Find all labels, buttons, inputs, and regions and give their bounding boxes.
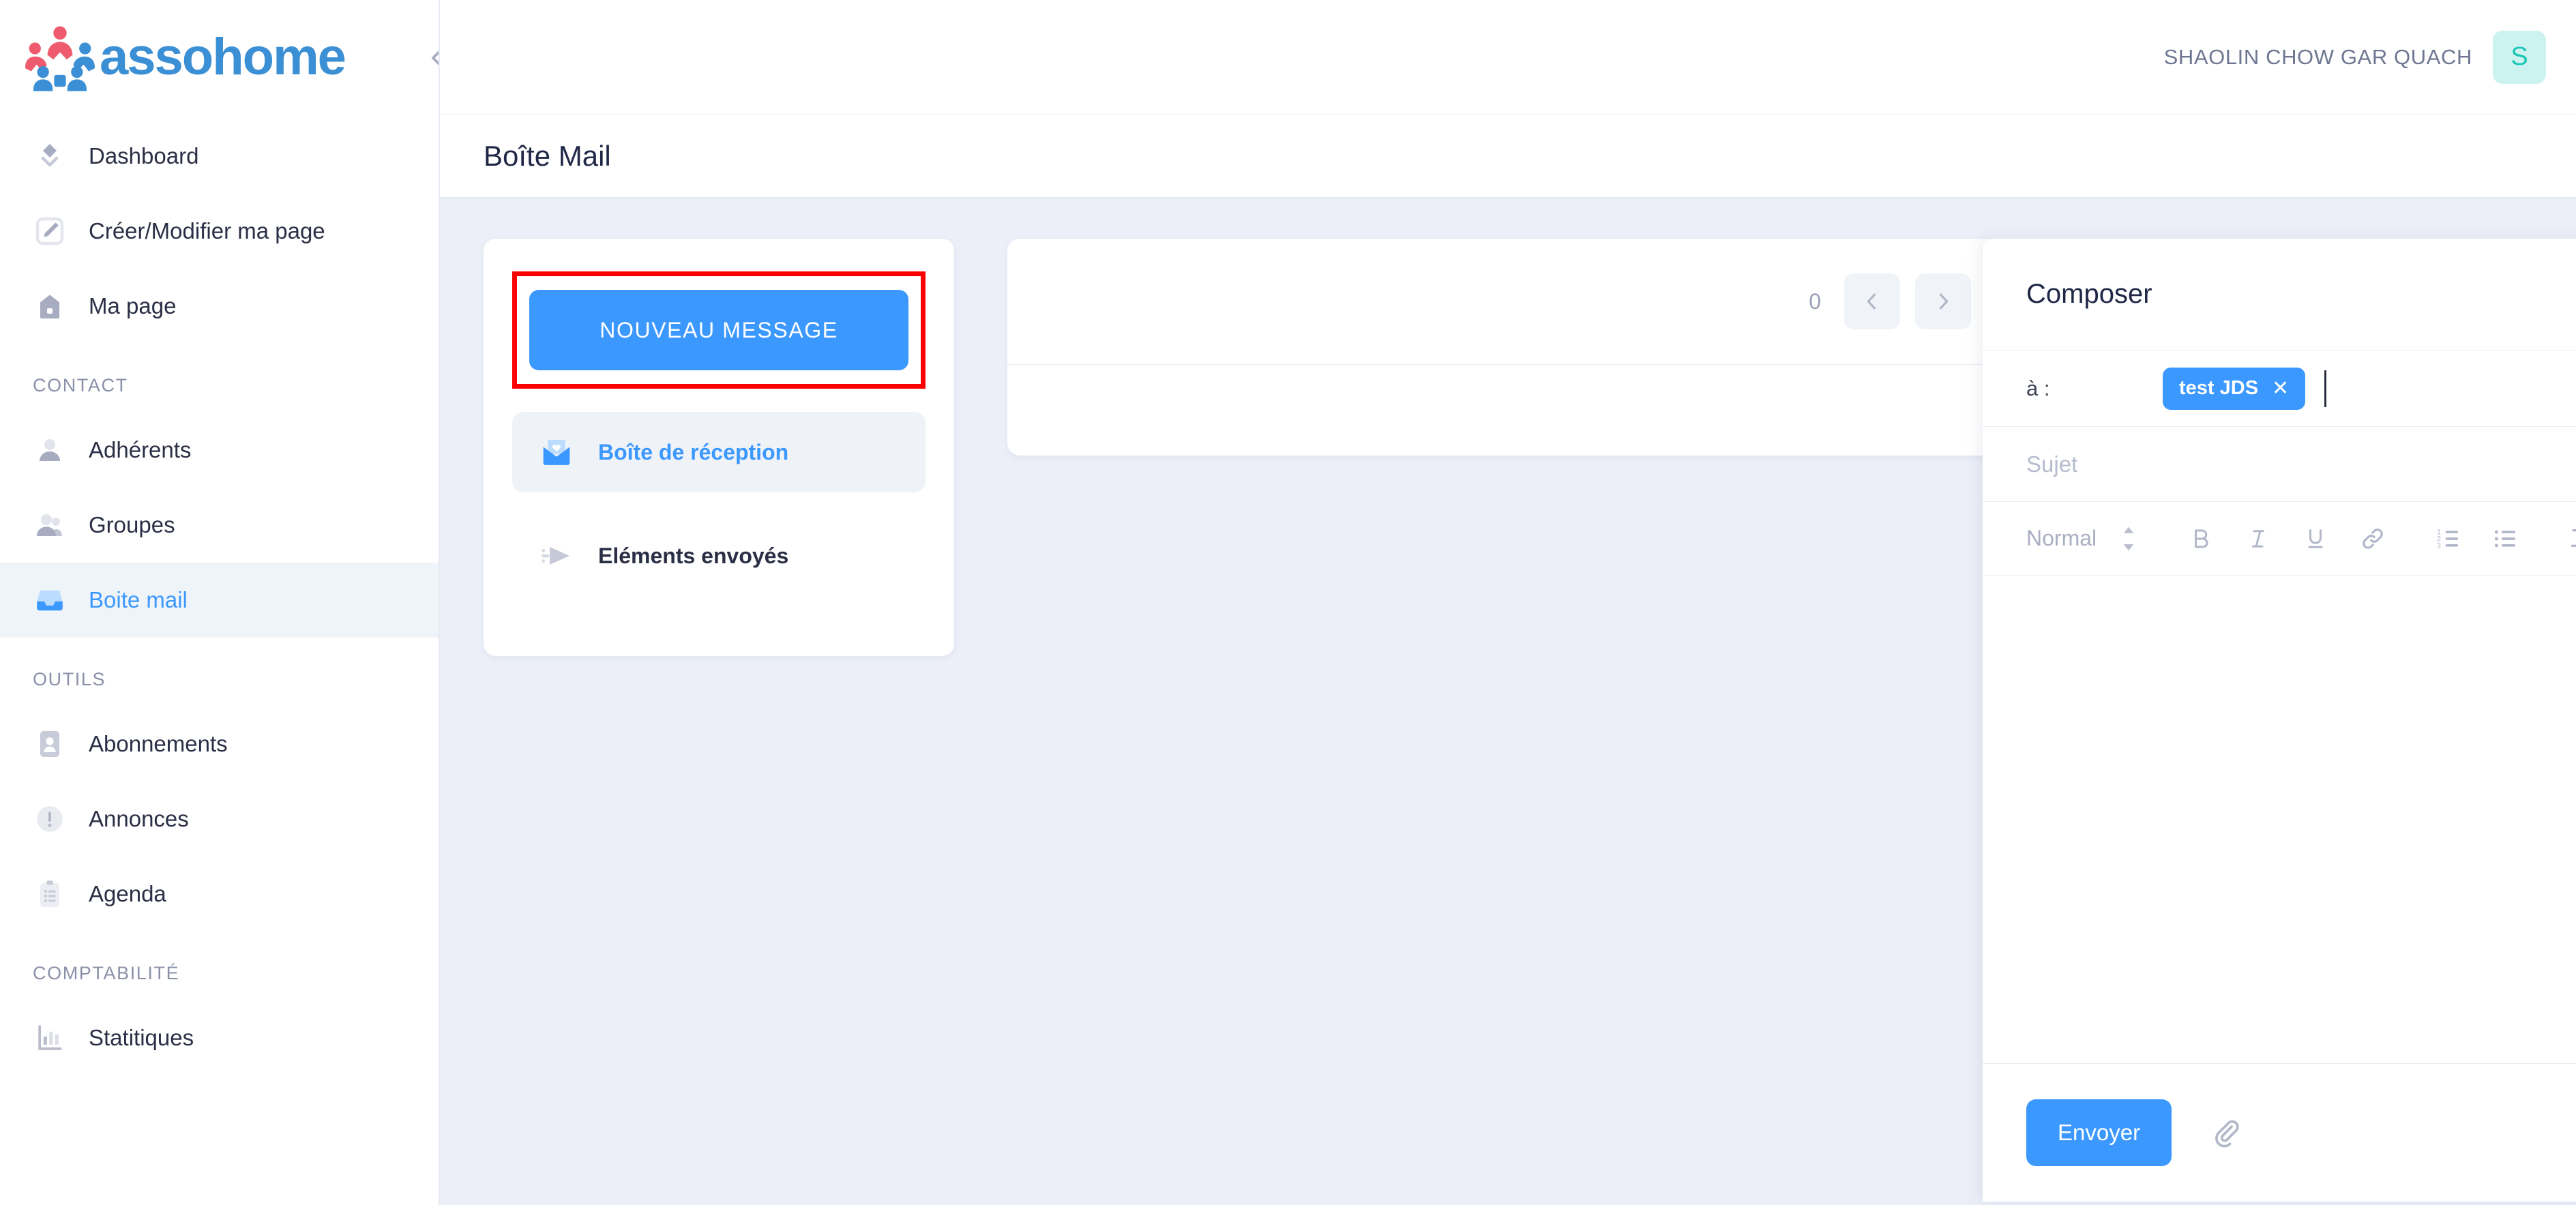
recipient-chip-label: test JDS: [2179, 377, 2258, 400]
message-list-card: 0: [1007, 239, 2000, 456]
diamond-chevron-icon: [31, 138, 68, 175]
subject-input-placeholder: Sujet: [2026, 451, 2077, 477]
sidebar-item-label: Annonces: [89, 806, 189, 832]
message-list-empty: [1007, 365, 2000, 456]
to-label: à :: [2026, 376, 2163, 401]
app-root: assohome Dashboard: [0, 0, 2576, 1205]
composer-title: Composer: [2026, 279, 2576, 310]
sidebar-item-label: Groupes: [89, 512, 175, 538]
folder-item-label: Boîte de réception: [598, 440, 788, 465]
prev-page-button[interactable]: [1844, 273, 1900, 329]
sidebar-item-groupes[interactable]: Groupes: [0, 488, 439, 563]
format-style-value: Normal: [2026, 526, 2097, 551]
contact-card-icon: [31, 726, 68, 762]
composer-format-toolbar: Normal: [1983, 502, 2576, 576]
sidebar-item-statitiques[interactable]: Statitiques: [0, 1000, 439, 1075]
bold-icon: [2189, 525, 2213, 552]
updown-caret-icon: [2120, 525, 2137, 552]
users-icon: [31, 507, 68, 544]
sidebar-item-ma-page[interactable]: Ma page: [0, 269, 439, 344]
mail-folders-card: NOUVEAU MESSAGE Boîte de réception: [484, 239, 954, 656]
pencil-square-icon: [31, 213, 68, 250]
page-title: Boîte Mail: [484, 140, 611, 173]
inbox-tray-icon: [31, 582, 68, 619]
bold-button[interactable]: [2176, 514, 2226, 564]
bullet-list-icon: [2491, 525, 2519, 552]
brand-logo[interactable]: assohome: [23, 20, 345, 94]
recipient-chip[interactable]: test JDS ✕: [2163, 368, 2305, 410]
assohome-logo-icon: [23, 20, 97, 94]
sidebar-item-agenda[interactable]: Agenda: [0, 857, 439, 932]
ordered-list-button[interactable]: 123: [2423, 514, 2473, 564]
sidebar-item-label: Agenda: [89, 881, 166, 907]
sidebar-section-outils: OUTILS: [0, 669, 439, 690]
folder-item-label: Eléments envoyés: [598, 544, 788, 569]
sidebar-item-label: Boite mail: [89, 587, 188, 613]
sidebar-item-boite-mail[interactable]: Boite mail: [0, 563, 439, 638]
chevron-left-icon: [1861, 290, 1884, 313]
sidebar-item-label: Statitiques: [89, 1025, 194, 1051]
avatar[interactable]: S: [2493, 31, 2546, 84]
main-area: SHAOLIN CHOW GAR QUACH S Boîte Mail NOUV…: [440, 0, 2576, 1205]
brand-wordmark: assohome: [100, 31, 345, 83]
topbar: SHAOLIN CHOW GAR QUACH S: [440, 0, 2576, 115]
sidebar-item-adherents[interactable]: Adhérents: [0, 413, 439, 488]
sidebar-item-creer-modifier-ma-page[interactable]: Créer/Modifier ma page: [0, 194, 439, 269]
sidebar-item-annonces[interactable]: Annonces: [0, 782, 439, 857]
italic-icon: [2246, 525, 2270, 552]
sidebar-item-label: Ma page: [89, 293, 176, 319]
chevron-right-icon: [1931, 290, 1955, 313]
clear-format-button[interactable]: [2555, 514, 2576, 564]
paper-plane-icon: [537, 536, 576, 576]
svg-text:3: 3: [2437, 541, 2441, 550]
bullet-list-button[interactable]: [2480, 514, 2530, 564]
sidebar-section-comptabilite: COMPTABILITÉ: [0, 963, 439, 984]
sidebar-item-label: Dashboard: [89, 143, 198, 169]
format-style-select[interactable]: Normal: [2026, 525, 2137, 552]
composer-header: Composer: [1983, 239, 2576, 351]
chevron-double-left-icon[interactable]: [424, 42, 440, 74]
message-list-toolbar: 0: [1007, 239, 2000, 365]
sidebar-item-label: Créer/Modifier ma page: [89, 218, 325, 244]
sidebar: assohome Dashboard: [0, 0, 440, 1205]
sidebar-section-contact: CONTACT: [0, 375, 439, 396]
exclamation-circle-icon: [31, 801, 68, 837]
composer-panel: Composer à : test JDS: [1983, 239, 2576, 1202]
sidebar-item-abonnements[interactable]: Abonnements: [0, 706, 439, 782]
sidebar-header: assohome: [0, 0, 439, 115]
underline-icon: [2303, 525, 2328, 552]
composer-subject-row[interactable]: Sujet: [1983, 427, 2576, 502]
composer-to-row[interactable]: à : test JDS ✕: [1983, 351, 2576, 427]
to-input-caret: [2324, 370, 2326, 407]
ordered-list-icon: 123: [2434, 525, 2461, 552]
composer-footer: Envoyer: [1983, 1064, 2576, 1202]
next-page-button[interactable]: [1915, 273, 1971, 329]
bar-chart-icon: [31, 1020, 68, 1056]
link-button[interactable]: [2348, 514, 2398, 564]
link-icon: [2360, 525, 2386, 552]
envelope-heart-icon: [537, 432, 576, 472]
chip-remove-icon[interactable]: ✕: [2272, 376, 2289, 400]
home-icon: [31, 288, 68, 325]
clipboard-list-icon: [31, 876, 68, 912]
page-header: Boîte Mail: [440, 115, 2576, 198]
sidebar-item-dashboard[interactable]: Dashboard: [0, 119, 439, 194]
sidebar-nav: Dashboard Créer/Modifier ma page: [0, 115, 439, 1075]
new-message-button[interactable]: NOUVEAU MESSAGE: [529, 290, 908, 370]
content-area: NOUVEAU MESSAGE Boîte de réception: [440, 198, 2576, 1205]
send-button[interactable]: Envoyer: [2026, 1099, 2172, 1166]
message-count: 0: [1809, 289, 1821, 314]
paperclip-icon[interactable]: [2202, 1108, 2251, 1157]
underline-button[interactable]: [2290, 514, 2341, 564]
user-icon: [31, 432, 68, 468]
italic-button[interactable]: [2233, 514, 2283, 564]
composer-body-editor[interactable]: [1983, 576, 2576, 1064]
clear-format-icon: [2566, 525, 2576, 552]
new-message-highlight-box: NOUVEAU MESSAGE: [512, 271, 926, 389]
folder-item-inbox[interactable]: Boîte de réception: [512, 412, 926, 492]
sidebar-item-label: Adhérents: [89, 437, 191, 463]
sidebar-item-label: Abonnements: [89, 731, 228, 757]
organization-name: SHAOLIN CHOW GAR QUACH: [2164, 45, 2472, 70]
folder-item-sent[interactable]: Eléments envoyés: [512, 516, 926, 596]
